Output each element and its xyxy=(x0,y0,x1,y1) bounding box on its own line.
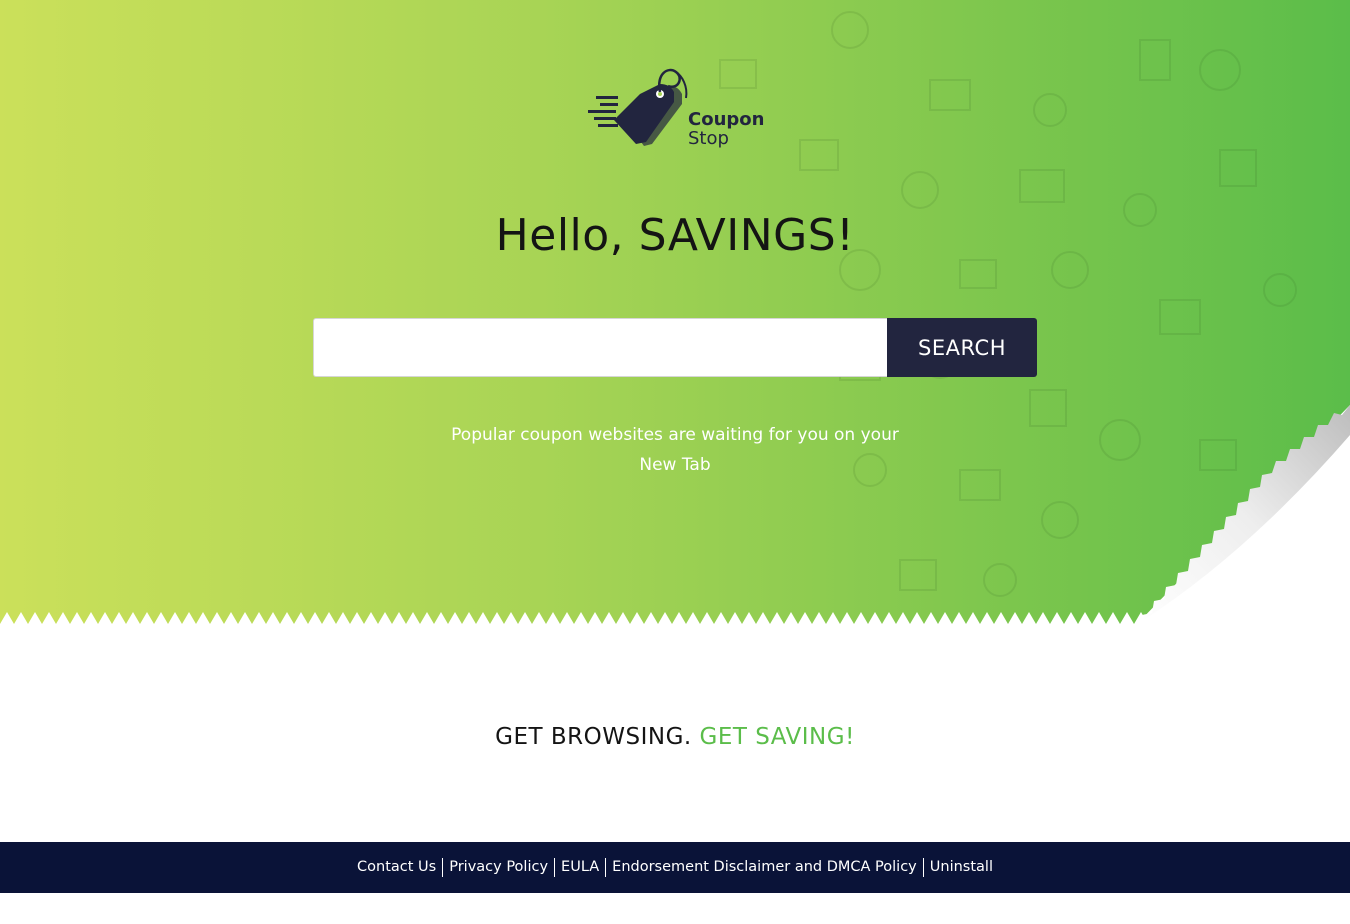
search-input[interactable] xyxy=(313,318,889,377)
brand-logo[interactable]: Coupon Stop xyxy=(586,64,776,154)
search-button[interactable]: SEARCH xyxy=(887,318,1037,377)
price-tag-icon xyxy=(588,68,688,146)
footer: Contact Us Privacy Policy EULA Endorseme… xyxy=(0,842,1350,893)
cta-slogan: GET BROWSING. GET SAVING! xyxy=(0,724,1350,750)
footer-link-privacy[interactable]: Privacy Policy xyxy=(443,858,554,877)
hero-tagline: Popular coupon websites are waiting for … xyxy=(451,425,899,475)
footer-link-contact[interactable]: Contact Us xyxy=(351,858,442,877)
brand-name-line2: Stop xyxy=(688,128,729,149)
hero-headline: Hello, SAVINGS! xyxy=(495,210,855,261)
cta-accent-text: GET SAVING! xyxy=(699,724,855,750)
brand-name-line1: Coupon xyxy=(688,109,765,130)
footer-link-eula[interactable]: EULA xyxy=(555,858,605,877)
brand-name: Coupon Stop xyxy=(688,110,764,148)
footer-link-disclaimer[interactable]: Endorsement Disclaimer and DMCA Policy xyxy=(606,858,923,877)
footer-link-uninstall[interactable]: Uninstall xyxy=(924,858,999,877)
page-peel-icon xyxy=(1136,405,1350,624)
hero-banner: Coupon Stop Hello, SAVINGS! SEARCH Popul… xyxy=(0,0,1350,624)
cta-text: GET BROWSING. xyxy=(495,724,692,750)
torn-edge xyxy=(0,612,1350,626)
